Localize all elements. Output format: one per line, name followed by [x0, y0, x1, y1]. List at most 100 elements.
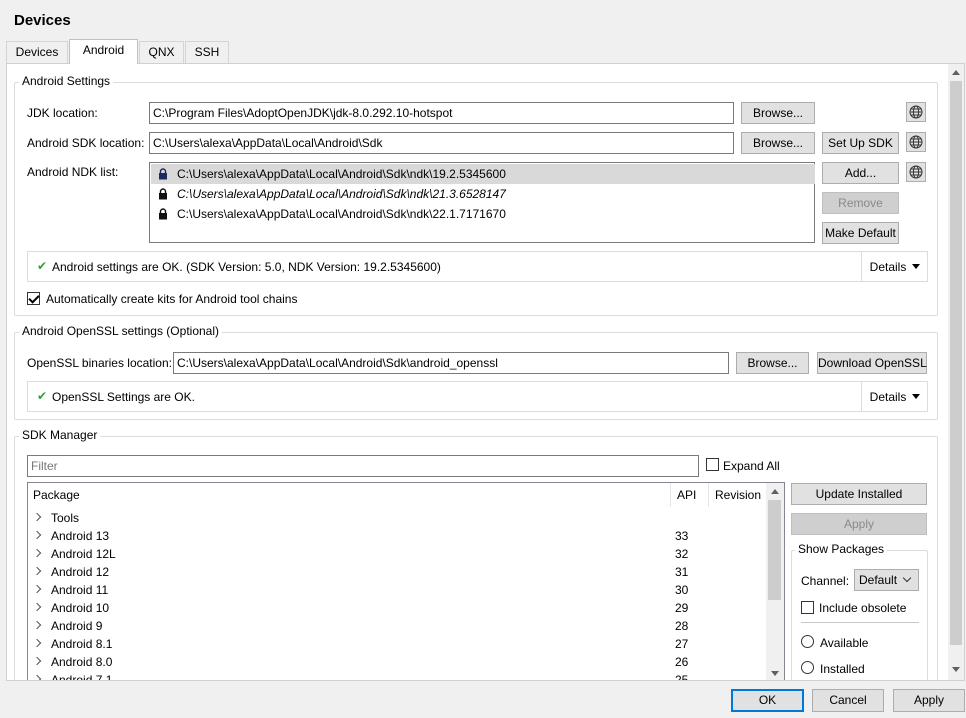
- update-installed-button[interactable]: Update Installed: [791, 483, 927, 505]
- filter-input[interactable]: Filter: [27, 455, 699, 477]
- cancel-button[interactable]: Cancel: [812, 689, 884, 712]
- expand-chevron-icon[interactable]: [32, 530, 42, 540]
- package-name: Android 10: [51, 601, 110, 615]
- package-tree[interactable]: Package API Revision Tools Android 13 33 An…: [27, 482, 785, 681]
- openssl-title: Android OpenSSL settings (Optional): [19, 324, 222, 338]
- expand-chevron-icon[interactable]: [32, 674, 42, 680]
- column-api[interactable]: API: [677, 483, 696, 507]
- package-row[interactable]: Android 12 31: [28, 563, 768, 581]
- sdk-apply-button[interactable]: Apply: [791, 513, 927, 535]
- installed-label: Installed: [820, 662, 865, 676]
- ndk-globe-button[interactable]: [906, 162, 926, 182]
- package-name: Android 11: [51, 583, 109, 597]
- openssl-status-text: OpenSSL Settings are OK.: [52, 390, 195, 404]
- openssl-details-button[interactable]: Details: [861, 382, 928, 411]
- jdk-location-field[interactable]: C:\Program Files\AdoptOpenJDK\jdk-8.0.29…: [149, 102, 734, 124]
- package-row[interactable]: Android 12L 32: [28, 545, 768, 563]
- package-row[interactable]: Android 9 28: [28, 617, 768, 635]
- package-row[interactable]: Android 10 29: [28, 599, 768, 617]
- jdk-browse-button[interactable]: Browse...: [741, 102, 815, 124]
- lock-icon: [159, 188, 167, 200]
- ndk-list[interactable]: C:\Users\alexa\AppData\Local\Android\Sdk…: [149, 162, 815, 243]
- check-icon: ✔: [37, 259, 48, 273]
- ndk-list-item[interactable]: C:\Users\alexa\AppData\Local\Android\Sdk…: [151, 164, 815, 184]
- package-api: 28: [675, 619, 689, 633]
- include-obsolete-checkbox[interactable]: [801, 601, 814, 614]
- expand-chevron-icon[interactable]: [32, 548, 42, 558]
- package-name: Android 9: [51, 619, 103, 633]
- expand-chevron-icon[interactable]: [32, 602, 42, 612]
- expand-chevron-icon[interactable]: [32, 620, 42, 630]
- caret-down-icon: [912, 394, 921, 399]
- package-tree-scrollbar[interactable]: [766, 483, 784, 680]
- make-default-button[interactable]: Make Default: [822, 222, 899, 244]
- apply-button[interactable]: Apply: [893, 689, 965, 712]
- package-api: 27: [675, 637, 689, 651]
- sdk-manager-title: SDK Manager: [19, 428, 101, 442]
- package-name: Android 8.0: [51, 655, 113, 669]
- setup-sdk-button[interactable]: Set Up SDK: [822, 132, 899, 154]
- package-row[interactable]: Android 8.1 27: [28, 635, 768, 653]
- window-title: Devices: [14, 12, 71, 29]
- ndk-list-item[interactable]: C:\Users\alexa\AppData\Local\Android\Sdk…: [151, 204, 815, 224]
- available-radio[interactable]: [801, 635, 814, 648]
- auto-kits-checkbox[interactable]: [27, 292, 40, 305]
- tab-devices[interactable]: Devices: [6, 41, 68, 64]
- tab-android[interactable]: Android: [69, 39, 138, 64]
- expand-all-checkbox[interactable]: [706, 458, 719, 471]
- expand-chevron-icon[interactable]: [32, 656, 42, 666]
- expand-chevron-icon[interactable]: [32, 566, 42, 576]
- details-label: Details: [869, 389, 907, 404]
- openssl-location-label: OpenSSL binaries location:: [27, 356, 172, 370]
- package-name: Tools: [51, 511, 80, 525]
- sdk-manager-group: SDK Manager Filter Expand All Package AP…: [14, 428, 938, 681]
- globe-icon: [909, 135, 923, 149]
- package-row[interactable]: Android 11 30: [28, 581, 768, 599]
- package-row[interactable]: Tools: [28, 509, 768, 527]
- ndk-label: Android NDK list:: [27, 165, 119, 179]
- tab-qnx[interactable]: QNX: [139, 41, 184, 64]
- package-api: 25: [675, 673, 689, 681]
- package-row[interactable]: Android 8.0 26: [28, 653, 768, 671]
- globe-icon: [909, 105, 923, 119]
- openssl-browse-button[interactable]: Browse...: [736, 352, 809, 374]
- ndk-list-item[interactable]: C:\Users\alexa\AppData\Local\Android\Sdk…: [151, 184, 815, 204]
- column-divider: [670, 483, 671, 507]
- scroll-down-icon[interactable]: [952, 667, 960, 672]
- sdk-location-field[interactable]: C:\Users\alexa\AppData\Local\Android\Sdk: [149, 132, 734, 154]
- sdk-globe-button[interactable]: [906, 132, 926, 152]
- android-status-text: Android settings are OK. (SDK Version: 5…: [52, 260, 441, 274]
- package-api: 30: [675, 583, 689, 597]
- channel-select[interactable]: Default: [854, 569, 919, 591]
- scroll-thumb[interactable]: [768, 500, 781, 600]
- column-revision[interactable]: Revision: [715, 483, 761, 507]
- ndk-remove-button[interactable]: Remove: [822, 192, 899, 214]
- caret-down-icon: [912, 264, 921, 269]
- lock-icon: [159, 208, 167, 220]
- column-package[interactable]: Package: [33, 483, 80, 507]
- scroll-up-icon[interactable]: [952, 70, 960, 75]
- openssl-location-field[interactable]: C:\Users\alexa\AppData\Local\Android\Sdk…: [173, 352, 729, 374]
- download-openssl-button[interactable]: Download OpenSSL: [817, 352, 927, 374]
- expand-chevron-icon[interactable]: [32, 512, 42, 522]
- column-divider: [708, 483, 709, 507]
- ok-button[interactable]: OK: [731, 689, 804, 712]
- android-details-button[interactable]: Details: [861, 252, 928, 281]
- installed-radio[interactable]: [801, 661, 814, 674]
- package-row[interactable]: Android 13 33: [28, 527, 768, 545]
- package-api: 33: [675, 529, 689, 543]
- scroll-thumb[interactable]: [950, 81, 962, 645]
- jdk-globe-button[interactable]: [906, 102, 926, 122]
- package-row[interactable]: Android 7.1 25: [28, 671, 768, 681]
- scroll-up-icon[interactable]: [771, 489, 779, 494]
- page-scrollbar[interactable]: [948, 64, 964, 680]
- show-packages-group: Show Packages Channel: Default Include o…: [791, 542, 928, 680]
- scroll-down-icon[interactable]: [771, 671, 779, 676]
- package-api: 29: [675, 601, 689, 615]
- expand-chevron-icon[interactable]: [32, 638, 42, 648]
- tab-ssh[interactable]: SSH: [185, 41, 229, 64]
- ndk-add-button[interactable]: Add...: [822, 162, 899, 184]
- sdk-browse-button[interactable]: Browse...: [741, 132, 815, 154]
- expand-chevron-icon[interactable]: [32, 584, 42, 594]
- package-name: Android 13: [51, 529, 110, 543]
